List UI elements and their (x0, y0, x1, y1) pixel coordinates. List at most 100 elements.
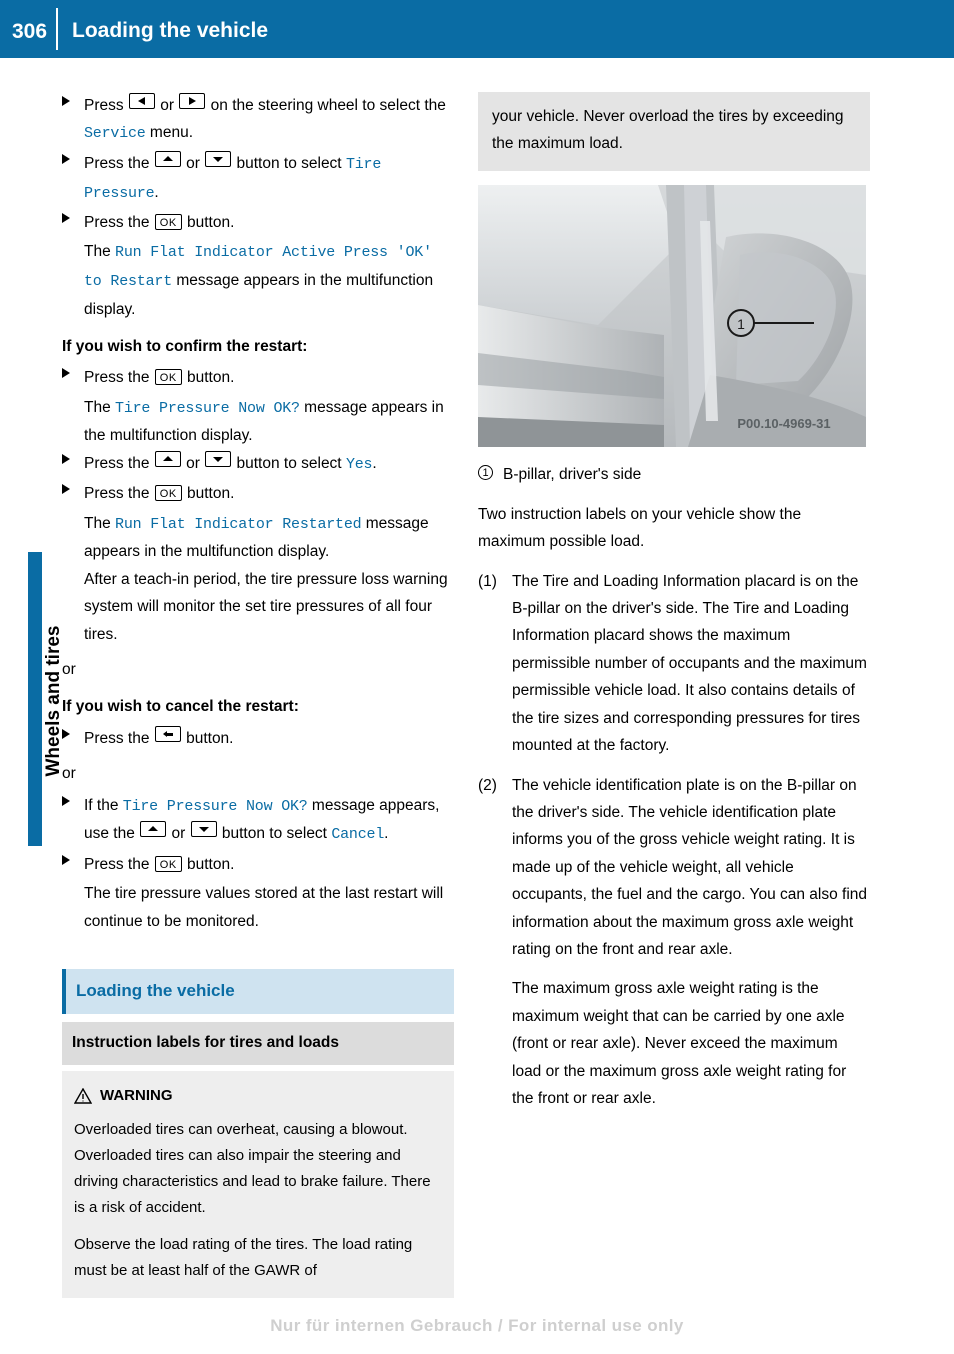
warning-title: WARNING (74, 1083, 442, 1110)
key-up-arrow[interactable] (154, 150, 181, 167)
key-ok-button[interactable]: OK (154, 369, 182, 386)
step-text: Press the button. (84, 725, 234, 747)
step-select-yes: Press the or button to select Yes. (62, 450, 454, 479)
step-text: Press the OK button. (84, 855, 235, 873)
display-message-text: Service (84, 125, 146, 143)
confirm-restart-heading: If you wish to confirm the restart: (62, 338, 308, 355)
step-result-text: The Tire Pressure Now OK? message appear… (84, 398, 444, 445)
step-bullet-icon (62, 368, 72, 381)
numbered-items: (1) The Tire and Loading Information plac… (478, 568, 870, 1113)
cancel-restart-heading: If you wish to cancel the restart: (62, 698, 299, 716)
step-text: Press the OK button. (84, 214, 235, 232)
note-continued: your vehicle. Never overload the tires b… (478, 92, 870, 172)
figure-caption: 1 B-pillar, driver's side (478, 461, 870, 488)
step-bullet-icon (62, 153, 72, 167)
up-arrow-icon (162, 455, 173, 461)
page-title: Loading the vehicle (72, 19, 269, 42)
step-text: Press the OK button. (84, 369, 235, 387)
step-press-back: Press the button. (62, 725, 454, 752)
up-arrow-icon (162, 155, 173, 161)
step-text: Press the or button to select Yes. (84, 450, 377, 473)
step-text: If the Tire Pressure Now OK? message app… (84, 796, 440, 844)
intro-paragraph: Two instruction labels on your vehicle s… (478, 505, 802, 551)
step-bullet-icon (62, 728, 72, 742)
numbered-item: (1) The Tire and Loading Information plac… (478, 568, 870, 760)
display-message-text: Tire Pressure (84, 155, 382, 202)
step-bullet-icon (62, 854, 72, 868)
key-left-arrow[interactable] (128, 93, 155, 109)
down-arrow-icon (213, 456, 224, 462)
step-note-text: After a teach-in period, the tire pressu… (84, 570, 448, 643)
warning-box: WARNING Overloaded tires can overheat, ca… (62, 1070, 454, 1298)
back-arrow-icon (162, 730, 173, 737)
down-arrow-icon (198, 827, 209, 833)
right-arrow-icon (189, 97, 197, 105)
item-number: (1) (478, 572, 497, 590)
or-separator-1: or (62, 661, 76, 679)
left-column: Press or on the steering wheel to select… (62, 92, 454, 1298)
step-bullet-icon (62, 213, 72, 226)
warning-triangle-icon (74, 1087, 92, 1104)
key-up-arrow[interactable] (154, 450, 181, 467)
step-result-text: The Run Flat Indicator Active Press 'OK'… (84, 243, 434, 318)
warning-paragraph: Overloaded tires can overheat, causing a… (74, 1121, 431, 1216)
sub-section-heading: Instruction labels for tires and loads (62, 1022, 454, 1065)
step-select-service: Press or on the steering wheel to select… (62, 92, 454, 148)
step-result-text: The Run Flat Indicator Restarted message… (84, 514, 429, 561)
key-down-arrow[interactable] (205, 150, 232, 167)
step-bullet-icon (62, 96, 72, 109)
b-pillar-photo: 1 P00.10-4969-31 (478, 185, 866, 448)
step-bullet-icon (62, 795, 72, 809)
step-text: Press the or button to select Tire Press… (84, 150, 382, 202)
item-number: (2) (478, 776, 497, 794)
key-ok-button[interactable]: OK (154, 214, 182, 231)
item-text: The vehicle identification plate is on t… (512, 776, 868, 959)
down-arrow-icon (213, 156, 224, 162)
key-back-arrow[interactable] (154, 725, 181, 742)
step-bullet-icon (62, 453, 72, 467)
key-ok-button[interactable]: OK (154, 485, 182, 502)
display-message-text: Tire Pressure Now OK? (115, 399, 300, 417)
display-message-text: Run Flat Indicator Active Press 'OK' to … (84, 244, 432, 291)
step-select-tire-pressure: Press the or button to select Tire Press… (62, 150, 454, 207)
or-separator-2: or (62, 765, 76, 783)
chapter-tab-bar (28, 552, 42, 846)
right-column: your vehicle. Never overload the tires b… (478, 92, 870, 1113)
key-up-arrow[interactable] (140, 821, 167, 838)
key-down-arrow[interactable] (205, 450, 232, 467)
step-press-ok-1: Press the OK button. (62, 209, 454, 236)
step-text: Press the OK button. (84, 485, 235, 503)
step-result-text: The tire pressure values stored at the l… (84, 885, 444, 930)
warning-label: WARNING (100, 1086, 173, 1104)
step-press-ok-2: Press the OK button. (62, 364, 454, 391)
callout-number: 1 (478, 465, 493, 481)
left-arrow-icon (137, 97, 145, 105)
step-text: Press or on the steering wheel to select… (84, 93, 446, 143)
display-message-text: Cancel (331, 826, 385, 844)
item-sub-paragraph: The maximum gross axle weight rating is … (512, 980, 847, 1108)
display-message-text: Run Flat Indicator Restarted (115, 515, 362, 533)
svg-text:P00.10-4969-31: P00.10-4969-31 (737, 416, 830, 431)
up-arrow-icon (148, 826, 159, 832)
footer-note: Nur für internen Gebrauch / For internal… (270, 1316, 684, 1335)
page-header: 306 Loading the vehicle (0, 0, 954, 58)
step-select-cancel: If the Tire Pressure Now OK? message app… (62, 792, 454, 849)
key-down-arrow[interactable] (190, 821, 217, 838)
display-message-text: Tire Pressure Now OK? (122, 797, 308, 815)
warning-paragraph: Observe the load rating of the tires. Th… (74, 1236, 413, 1280)
step-press-ok-4: Press the OK button. (62, 851, 454, 878)
page-number: 306 (12, 20, 48, 43)
svg-text:1: 1 (737, 316, 745, 332)
display-message-text: Yes (345, 455, 373, 473)
step-press-ok-3: Press the OK button. (62, 480, 454, 507)
header-divider (56, 8, 58, 50)
step-bullet-icon (62, 484, 72, 497)
procedure-steps: Press or on the steering wheel to select… (62, 92, 454, 1298)
key-right-arrow[interactable] (179, 93, 206, 109)
section-heading: Loading the vehicle (62, 969, 454, 1015)
key-ok-button[interactable]: OK (154, 855, 182, 872)
b-pillar-illustration: 1 P00.10-4969-31 (478, 185, 866, 448)
numbered-item: (2) The vehicle identification plate is o… (478, 772, 870, 964)
item-text: The Tire and Loading Information placard… (512, 572, 867, 755)
figure-caption-text: B-pillar, driver's side (503, 466, 642, 484)
